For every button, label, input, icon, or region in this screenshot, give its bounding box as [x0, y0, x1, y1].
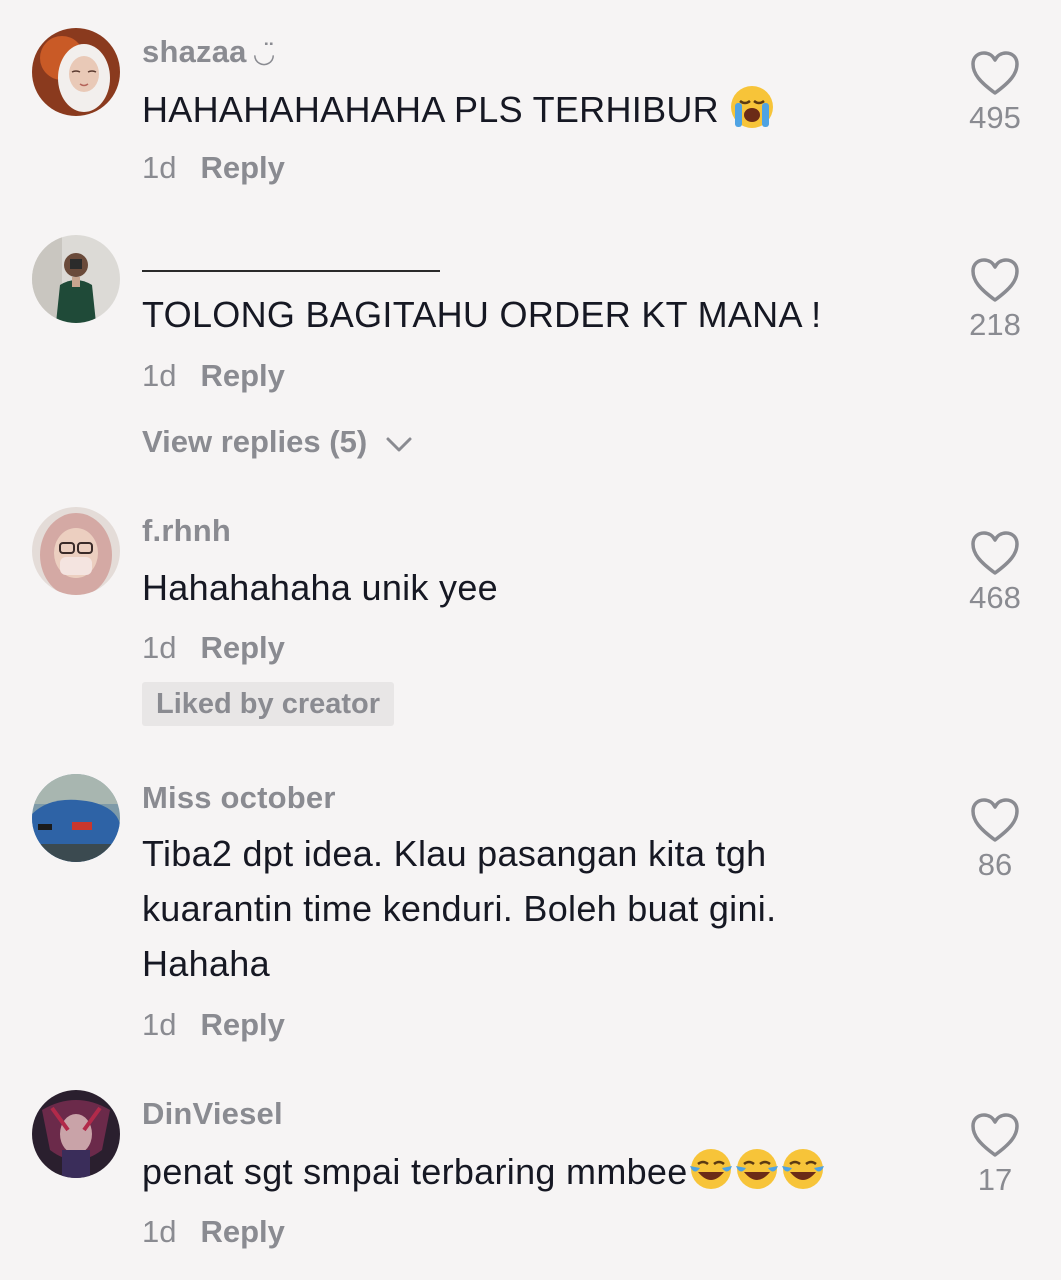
view-replies-label: View replies (5)	[142, 424, 368, 459]
like-button[interactable]: 86	[955, 797, 1035, 883]
heart-icon[interactable]	[970, 50, 1020, 96]
liked-by-creator-badge: Liked by creator	[142, 682, 395, 726]
face-with-tears-of-joy-icon	[780, 1146, 826, 1192]
comment-meta: 1d Reply	[142, 630, 285, 666]
comment-text-line: Tiba2 dpt idea. Klau pasangan kita tgh	[142, 833, 767, 874]
username[interactable]: shazaa ◡̈	[142, 34, 276, 70]
comment-time: 1d	[142, 630, 177, 665]
reply-button[interactable]: Reply	[200, 630, 284, 665]
username[interactable]: DinViesel	[142, 1096, 283, 1132]
heart-icon[interactable]	[970, 1112, 1020, 1158]
comment-text: TOLONG BAGITAHU ORDER KT MANA !	[142, 294, 822, 335]
comment-time: 1d	[142, 358, 177, 393]
reply-button[interactable]: Reply	[200, 1007, 284, 1042]
reply-button[interactable]: Reply	[200, 1214, 284, 1249]
avatar[interactable]	[32, 1090, 120, 1178]
avatar[interactable]	[32, 28, 120, 116]
comment-meta: 1d Reply	[142, 150, 285, 186]
like-button[interactable]: 218	[955, 257, 1035, 343]
comment-text: Tiba2 dpt idea. Klau pasangan kita tgh k…	[142, 826, 912, 991]
face-with-tears-of-joy-icon	[688, 1146, 734, 1192]
comment-time: 1d	[142, 1007, 177, 1042]
face-with-tears-of-joy-icon	[734, 1146, 780, 1192]
like-button[interactable]: 495	[955, 50, 1035, 136]
comment-meta: 1d Reply	[142, 1214, 285, 1250]
avatar[interactable]	[32, 235, 120, 323]
heart-icon[interactable]	[970, 530, 1020, 576]
heart-icon[interactable]	[970, 257, 1020, 303]
comment-text: Hahahahaha unik yee	[142, 567, 498, 608]
comment-time: 1d	[142, 1214, 177, 1249]
like-button[interactable]: 17	[955, 1112, 1035, 1198]
like-count: 495	[969, 100, 1021, 135]
chevron-down-icon	[386, 437, 412, 452]
loudly-crying-face-icon	[729, 84, 775, 130]
like-count: 86	[977, 847, 1013, 882]
comment-meta: 1d Reply	[142, 1007, 285, 1043]
like-count: 468	[969, 580, 1021, 615]
heart-icon[interactable]	[970, 797, 1020, 843]
comment-text-line: Hahaha	[142, 943, 270, 984]
comment-text: HAHAHAHAHAHA PLS TERHIBUR	[142, 82, 912, 137]
like-count: 17	[977, 1162, 1013, 1197]
username[interactable]: Miss october	[142, 780, 336, 816]
comment-meta: 1d Reply	[142, 358, 285, 394]
view-replies-button[interactable]: View replies (5)	[142, 424, 414, 460]
like-count: 218	[969, 307, 1021, 342]
reply-button[interactable]: Reply	[200, 358, 284, 393]
reply-button[interactable]: Reply	[200, 150, 284, 185]
comment-text: penat sgt smpai terbaring mmbee	[142, 1144, 912, 1199]
username[interactable]	[142, 270, 440, 272]
comment-time: 1d	[142, 150, 177, 185]
like-button[interactable]: 468	[955, 530, 1035, 616]
avatar[interactable]	[32, 774, 120, 862]
avatar[interactable]	[32, 507, 120, 595]
comment-text-line: kuarantin time kenduri. Boleh buat gini.	[142, 888, 777, 929]
username[interactable]: f.rhnh	[142, 513, 231, 549]
